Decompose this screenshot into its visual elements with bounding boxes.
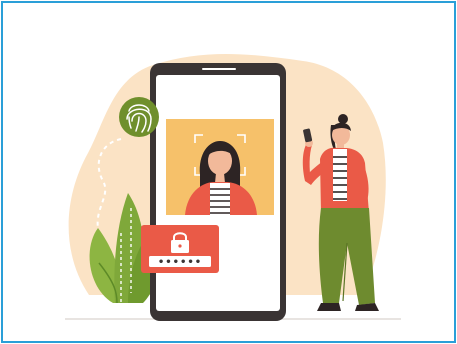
face-id-illustration: •••••• [65,54,401,321]
password-card: •••••• [141,225,219,273]
password-masked-value: •••••• [158,257,202,268]
fingerprint-icon [119,97,159,137]
face-scan-panel [166,119,274,215]
illustration-frame: •••••• [1,1,456,343]
